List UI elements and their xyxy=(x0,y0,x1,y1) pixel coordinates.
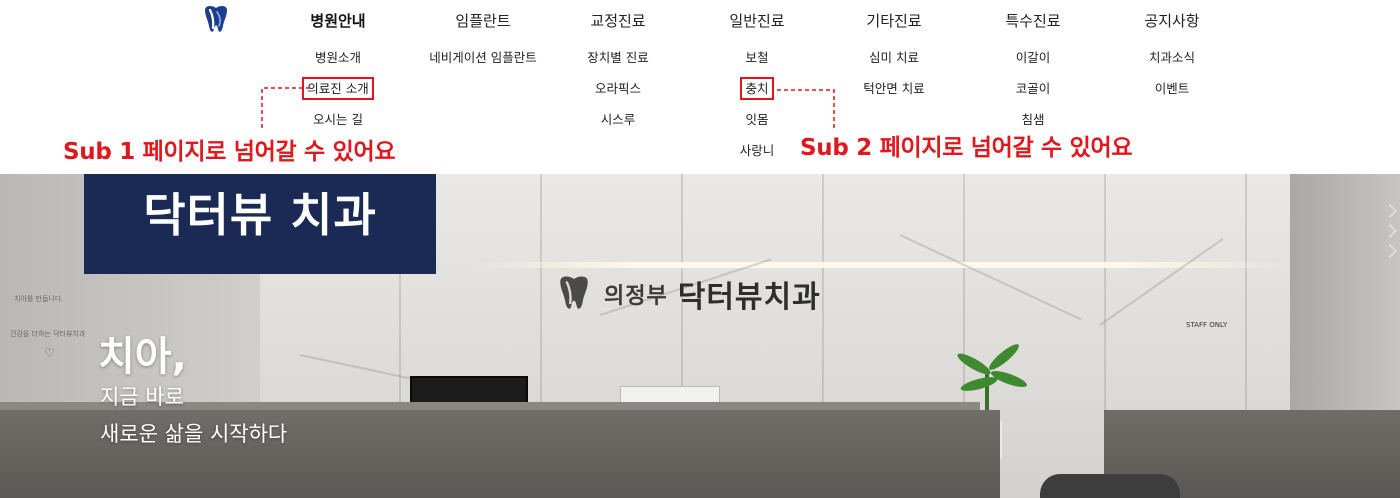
menu-notice[interactable]: 공지사항 xyxy=(1097,0,1247,42)
heart-icon: ♡ xyxy=(44,346,55,360)
hero-headline: 치아, xyxy=(98,334,187,380)
submenu-hospital-intro[interactable]: 병원소개 xyxy=(263,42,413,73)
submenu-jaw-face[interactable]: 턱안면 치료 xyxy=(819,73,969,104)
sign-clinic-name: 닥터뷰치과 xyxy=(677,280,821,315)
menu-column-implant: 임플란트 네비게이션 임플란트 xyxy=(408,0,558,73)
top-navigation: 병원안내 병원소개 의료진 소개 오시는 길 임플란트 네비게이션 임플란트 교… xyxy=(0,0,1400,174)
submenu-cavity[interactable]: 충치 xyxy=(682,73,832,104)
submenu-seethrough[interactable]: 시스루 xyxy=(543,104,693,135)
menu-other-treatment[interactable]: 기타진료 xyxy=(819,0,969,42)
annotation-sub2: Sub 2 페이지로 넘어갈 수 있어요 xyxy=(800,135,1133,161)
menu-column-other: 기타진료 심미 치료 턱안면 치료 xyxy=(819,0,969,104)
submenu-orafix[interactable]: 오라픽스 xyxy=(543,73,693,104)
submenu-aesthetic[interactable]: 심미 치료 xyxy=(819,42,969,73)
left-wall-text: 치아를 만듭니다. xyxy=(14,295,64,303)
menu-hospital-info[interactable]: 병원안내 xyxy=(263,0,413,42)
menu-special-treatment[interactable]: 특수진료 xyxy=(958,0,1108,42)
clinic-logo-icon[interactable] xyxy=(200,4,232,36)
waiting-chair xyxy=(1040,474,1180,498)
clinic-wall-sign: 의정부 닥터뷰치과 xyxy=(554,272,821,316)
hero-title-box: 닥터뷰 치과 xyxy=(84,174,436,274)
staff-only-sign: STAFF ONLY xyxy=(1186,321,1228,329)
sign-tooth-icon xyxy=(560,276,588,309)
submenu-dental-news[interactable]: 치과소식 xyxy=(1097,42,1247,73)
menu-column-orthodontics: 교정진료 장치별 진료 오라픽스 시스루 xyxy=(543,0,693,135)
submenu-bruxism[interactable]: 이갈이 xyxy=(958,42,1108,73)
submenu-snoring[interactable]: 코골이 xyxy=(958,73,1108,104)
ceiling-light-strip xyxy=(470,262,1290,268)
submenu-device-treatment[interactable]: 장치별 진료 xyxy=(543,42,693,73)
submenu-medical-staff[interactable]: 의료진 소개 xyxy=(263,73,413,104)
hero-banner: 치아를 만듭니다. 건강을 더하는 닥터뷰치과 ♡ STAFF ONLY 의정부… xyxy=(0,174,1400,498)
menu-column-special: 특수진료 이갈이 코골이 침샘 xyxy=(958,0,1108,135)
left-wall-text: 건강을 더하는 닥터뷰치과 xyxy=(10,330,86,338)
submenu-directions[interactable]: 오시는 길 xyxy=(263,104,413,135)
hero-title: 닥터뷰 치과 xyxy=(143,188,377,242)
menu-column-notice: 공지사항 치과소식 이벤트 xyxy=(1097,0,1247,104)
menu-general-treatment[interactable]: 일반진료 xyxy=(682,0,832,42)
annotation-sub1: Sub 1 페이지로 넘어갈 수 있어요 xyxy=(63,139,396,165)
hero-subline-1: 지금 바로 xyxy=(100,385,184,409)
hero-subline-2: 새로운 삶을 시작하다 xyxy=(100,422,288,446)
submenu-prosthetics[interactable]: 보철 xyxy=(682,42,832,73)
menu-orthodontics[interactable]: 교정진료 xyxy=(543,0,693,42)
menu-column-hospital: 병원안내 병원소개 의료진 소개 오시는 길 xyxy=(263,0,413,135)
menu-implant[interactable]: 임플란트 xyxy=(408,0,558,42)
highlight-box-staff: 의료진 소개 xyxy=(302,77,374,100)
submenu-navigation-implant[interactable]: 네비게이션 임플란트 xyxy=(408,42,558,73)
sign-city-text: 의정부 xyxy=(604,284,668,309)
submenu-event[interactable]: 이벤트 xyxy=(1097,73,1247,104)
highlight-box-cavity: 충치 xyxy=(740,77,774,100)
